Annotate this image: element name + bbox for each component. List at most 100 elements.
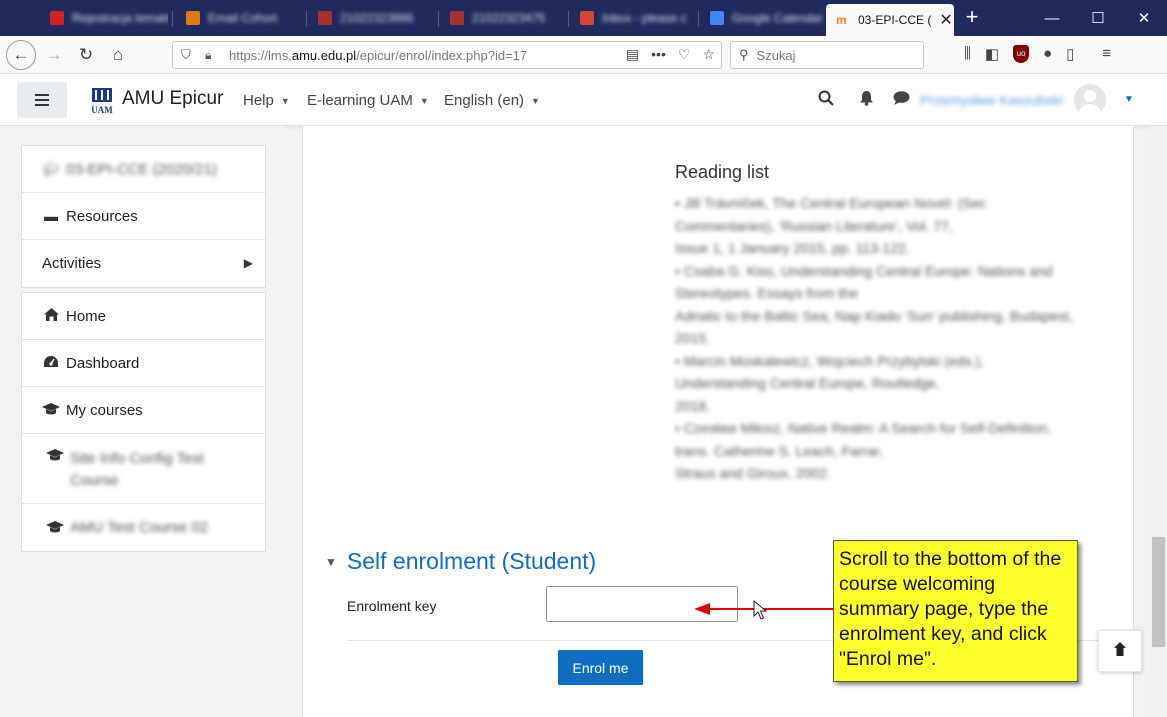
caret-down-icon[interactable]: ▼	[1124, 94, 1134, 105]
search-icon: ⚲	[739, 47, 749, 62]
tab-label: 03-EPI-CCE (	[858, 13, 932, 27]
caret-down-icon: ▼	[531, 95, 540, 106]
close-tab-icon[interactable]: ✕	[939, 10, 952, 30]
back-arrow-icon[interactable]: ←	[6, 40, 36, 70]
maximize-icon[interactable]: ☐	[1075, 0, 1121, 36]
enrol-me-button[interactable]: Enrol me	[558, 650, 643, 685]
browser-navbar: ← → ↻ ⌂ ⛉ 🔒︎ https://lms.amu.edu.pl/epic…	[0, 36, 1167, 74]
scrollbar-thumb[interactable]	[1152, 537, 1165, 647]
collapse-triangle-icon[interactable]: ▼	[325, 555, 337, 569]
reading-list: • Jill Trávníček, The Central European N…	[675, 192, 1105, 485]
dashboard-icon	[42, 355, 60, 371]
browser-tab[interactable]: Google Calendar	[700, 4, 826, 32]
reading-line: Commentaries), ‘Russian Literature’, Vol…	[675, 217, 953, 234]
reading-line: Straus and Giroux, 2002.	[675, 465, 831, 481]
bookmark-star-icon[interactable]: ☆	[702, 46, 715, 63]
shield-icon: ⛉	[181, 47, 191, 62]
tab-favicon-icon	[50, 11, 64, 25]
drawer-toggle-button[interactable]	[17, 82, 67, 118]
reading-line: Understanding Central Europe, Routledge,	[675, 375, 940, 391]
mouse-cursor-icon	[753, 600, 767, 620]
site-nav: Home Dashboard My courses Site Info Conf…	[21, 292, 266, 552]
sidebar-item-home[interactable]: Home	[22, 293, 265, 340]
browser-tab-strip: Rejestracja tematów Email Cohort 2102232…	[0, 0, 1167, 36]
language-menu[interactable]: English (en) ▼	[444, 92, 540, 109]
reading-list-heading: Reading list	[675, 162, 770, 182]
url-bar[interactable]: ⛉ 🔒︎ https://lms.amu.edu.pl/epicur/enrol…	[172, 41, 722, 69]
minimize-icon[interactable]: —	[1029, 0, 1075, 36]
graduation-cap-icon	[46, 520, 64, 536]
sidebar-toggle-icon[interactable]: ◧	[985, 45, 999, 63]
reading-line: • Czesław Miłosz, Native Realm: A Search…	[675, 420, 1052, 436]
browser-tab[interactable]: 21022323866	[308, 4, 436, 32]
url-text: https://lms.amu.edu.pl/epicur/enrol/inde…	[229, 47, 528, 63]
uam-logo: UAM	[91, 88, 113, 115]
sidebar-item-label: Activities	[42, 255, 102, 272]
reading-line: Issue 1, 1 January 2015, pp. 113-122.	[675, 240, 910, 256]
bell-icon[interactable]	[859, 90, 874, 111]
sidebar-item-course[interactable]: 🎓︎ 03-EPI-CCE (2020/21)	[22, 146, 265, 193]
tab-label: Google Calendar	[732, 11, 823, 25]
tab-label: 21022323866	[340, 11, 414, 25]
course-nav: 🎓︎ 03-EPI-CCE (2020/21) ▬ Resources Acti…	[21, 145, 266, 288]
reading-line: • Jill Trávníček, The Central European N…	[675, 195, 987, 211]
moodle-favicon-icon: m	[836, 13, 847, 27]
tab-favicon-icon	[450, 11, 464, 25]
library-icon[interactable]: ⫼	[964, 45, 971, 63]
avatar[interactable]	[1074, 84, 1106, 116]
reload-icon[interactable]: ↻	[72, 41, 100, 69]
search-placeholder: Szukaj	[756, 47, 796, 63]
graduation-cap-icon: 🎓︎	[42, 160, 60, 177]
plus-icon[interactable]: +	[960, 6, 984, 30]
pocket-icon[interactable]: ♡	[678, 46, 691, 63]
user-name[interactable]: Przemysław Kaszubski	[920, 92, 1063, 108]
ublock-icon[interactable]: uo	[1013, 45, 1030, 63]
caret-right-icon: ▶	[243, 256, 253, 270]
graduation-cap-icon	[42, 402, 60, 418]
caret-down-icon: ▼	[419, 95, 429, 106]
close-window-icon[interactable]: ✕	[1121, 0, 1167, 36]
self-enrolment-section-header[interactable]: ▼ Self enrolment (Student)	[325, 548, 596, 575]
tab-label: Email Cohort	[208, 11, 278, 25]
sidebar-item-course[interactable]: Site Info Config Test Course	[22, 434, 265, 504]
browser-tab[interactable]: 21022323475	[440, 4, 568, 32]
menu-icon[interactable]: ≡	[1102, 45, 1111, 63]
browser-tab[interactable]: Email Cohort	[176, 4, 304, 32]
sidebar-item-course[interactable]: AMU Test Course 02	[22, 504, 265, 551]
browser-tab[interactable]: Inbox - please c	[570, 4, 698, 32]
sidebar-item-my-courses[interactable]: My courses	[22, 387, 265, 434]
lock-icon: 🔒︎	[205, 47, 212, 62]
reading-line: Adriatic to the Baltic Sea, Nap Kiado ‘S…	[675, 307, 1073, 324]
message-bubble-icon[interactable]	[893, 90, 910, 110]
back-to-top-button[interactable]	[1098, 630, 1142, 672]
enrolment-key-input[interactable]	[546, 586, 738, 622]
sidebar-item-label: Home	[66, 307, 107, 325]
account-icon[interactable]: ●	[1043, 45, 1052, 63]
tab-label: Inbox - please c	[602, 11, 687, 25]
sidebar-item-label: 03-EPI-CCE (2020/21)	[66, 160, 217, 178]
more-actions-icon[interactable]: •••	[651, 46, 666, 63]
window-controls: — ☐ ✕	[1029, 0, 1167, 36]
screen: Rejestracja tematów Email Cohort 2102232…	[0, 0, 1167, 717]
site-name[interactable]: AMU Epicur	[122, 88, 223, 110]
sidebar-item-resources[interactable]: ▬ Resources	[22, 193, 265, 240]
archive-icon: ▬	[44, 208, 58, 224]
search-icon[interactable]	[818, 90, 834, 111]
site-header: UAM AMU Epicur Help ▼ E-learning UAM ▼ Eng…	[0, 74, 1167, 126]
browser-tab-active[interactable]: m 03-EPI-CCE ( ✕	[826, 4, 954, 36]
browser-search-input[interactable]: ⚲ Szukaj	[730, 41, 924, 69]
browser-tab[interactable]: Rejestracja tematów	[40, 4, 168, 32]
tab-label: Rejestracja tematów	[72, 11, 168, 25]
page-icon[interactable]: ▯	[1066, 45, 1074, 63]
reading-line: trans. Catherine S. Leach, Farrar,	[675, 442, 883, 459]
forward-arrow-icon[interactable]: →	[40, 41, 68, 69]
sidebar-item-activities[interactable]: Activities ▶	[22, 240, 265, 287]
reading-line: 2015.	[675, 330, 711, 346]
home-icon[interactable]: ⌂	[104, 41, 132, 69]
help-menu[interactable]: Help ▼	[243, 92, 290, 109]
sidebar-item-dashboard[interactable]: Dashboard	[22, 340, 265, 387]
svg-text:UAM: UAM	[91, 105, 113, 115]
reading-line: • Csaba G. Kiss, Understanding Central E…	[675, 262, 1053, 279]
elearning-menu[interactable]: E-learning UAM ▼	[307, 92, 429, 109]
reader-view-icon[interactable]: ▤	[626, 46, 639, 63]
